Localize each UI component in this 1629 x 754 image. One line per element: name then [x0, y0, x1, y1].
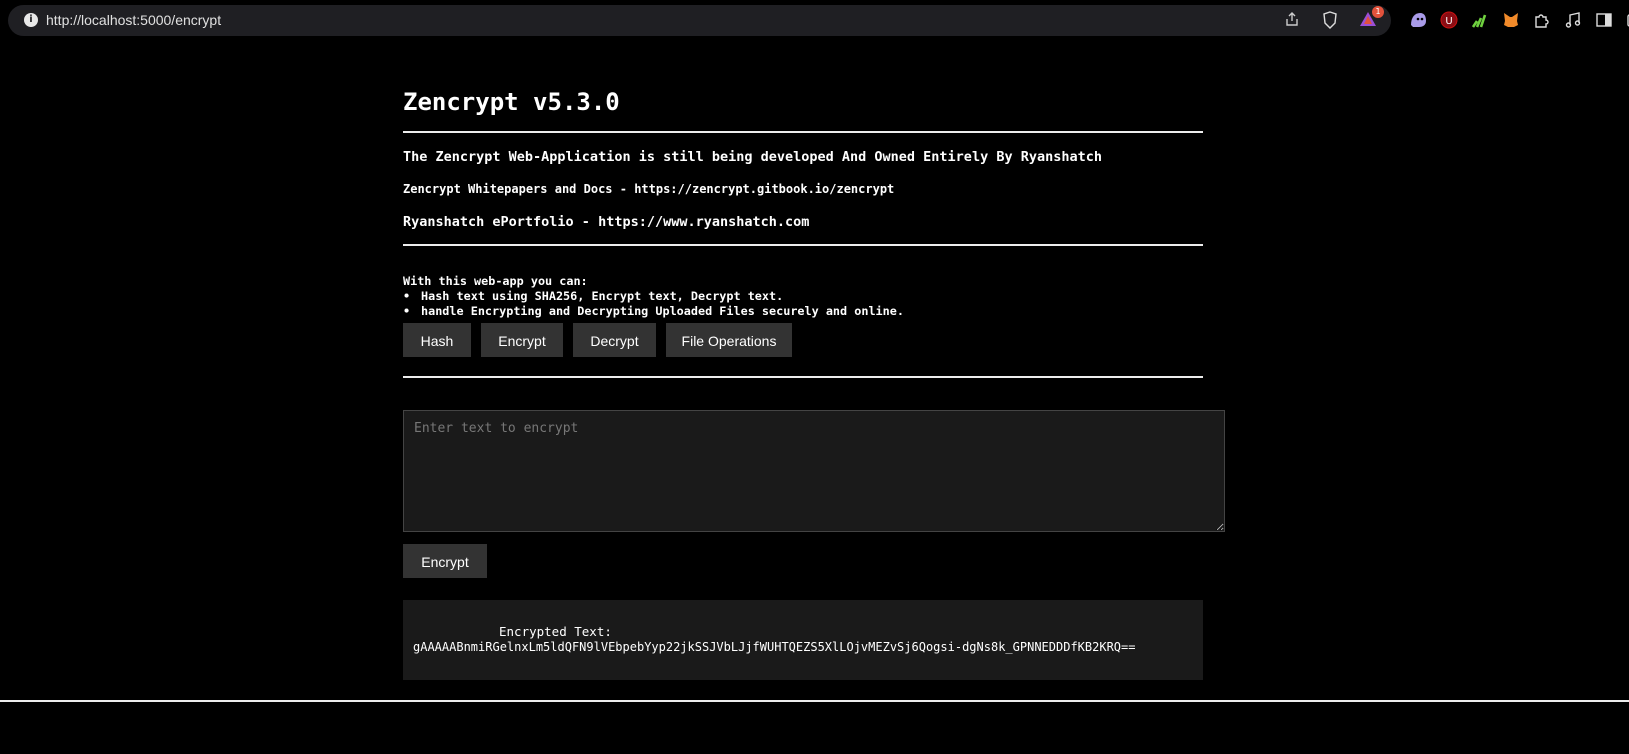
- divider: [403, 244, 1203, 246]
- encrypt-text-input[interactable]: [403, 410, 1225, 532]
- development-notice: The Zencrypt Web-Application is still be…: [403, 149, 1102, 165]
- media-music-icon[interactable]: [1563, 11, 1583, 31]
- url-text[interactable]: http://localhost:5000/encrypt: [46, 12, 221, 28]
- svg-text:U: U: [1445, 16, 1452, 27]
- share-icon[interactable]: [1283, 11, 1301, 29]
- encrypt-submit-button[interactable]: Encrypt: [403, 544, 487, 578]
- file-operations-button[interactable]: File Operations: [666, 323, 792, 357]
- sidebar-icon[interactable]: [1594, 11, 1614, 31]
- features-intro: With this web-app you can:: [403, 274, 588, 288]
- portfolio-link[interactable]: Ryanshatch ePortfolio - https://www.ryan…: [403, 214, 809, 230]
- docs-link[interactable]: Zencrypt Whitepapers and Docs - https://…: [403, 182, 894, 196]
- wallet-icon[interactable]: [1625, 11, 1629, 31]
- notification-badge: 1: [1372, 6, 1384, 18]
- encrypted-output: gAAAAABnmiRGelnxLm5ldQFN9lVEbpebYyp22jkS…: [413, 640, 1136, 654]
- footer-divider: [0, 700, 1629, 702]
- info-icon[interactable]: i: [24, 13, 38, 27]
- ublock-origin-icon[interactable]: U: [1439, 11, 1459, 31]
- result-panel: Encrypted Text: gAAAAABnmiRGelnxLm5ldQFN…: [403, 600, 1203, 680]
- brave-rewards-icon[interactable]: 1: [1359, 6, 1384, 29]
- list-item: • Hash text using SHA256, Encrypt text, D…: [403, 289, 784, 303]
- divider: [403, 376, 1203, 378]
- encrypt-nav-button[interactable]: Encrypt: [481, 323, 563, 357]
- divider: [403, 131, 1203, 133]
- page-title: Zencrypt v5.3.0: [403, 88, 620, 116]
- chart-extension-icon[interactable]: [1470, 11, 1490, 31]
- address-bar[interactable]: i http://localhost:5000/encrypt 1: [8, 5, 1391, 36]
- features-list: With this web-app you can: • Hash text us…: [403, 274, 904, 319]
- result-label: Encrypted Text:: [499, 624, 612, 639]
- bullet: •: [403, 304, 411, 318]
- bullet: •: [403, 289, 411, 303]
- brave-shield-icon[interactable]: [1321, 11, 1339, 29]
- browser-chrome: i http://localhost:5000/encrypt 1 U: [0, 0, 1629, 42]
- list-item: • handle Encrypting and Decrypting Upload…: [403, 304, 904, 318]
- metamask-icon[interactable]: [1501, 11, 1521, 31]
- hash-button[interactable]: Hash: [403, 323, 471, 357]
- ghost-extension-icon[interactable]: [1408, 11, 1428, 31]
- decrypt-button[interactable]: Decrypt: [573, 323, 656, 357]
- extensions-puzzle-icon[interactable]: [1532, 11, 1552, 31]
